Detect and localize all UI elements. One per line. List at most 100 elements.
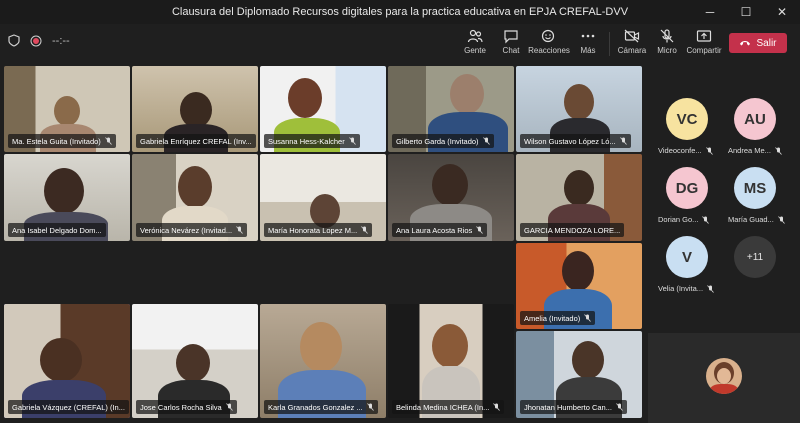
mic-muted-icon bbox=[476, 226, 484, 234]
participant-silhouette bbox=[44, 168, 84, 214]
close-icon: ✕ bbox=[776, 5, 788, 19]
participant-name-tag: Ana Laura Acosta Rios bbox=[392, 223, 488, 237]
video-tile[interactable]: GARCIA MENDOZA LORE... bbox=[516, 154, 642, 241]
share-icon bbox=[696, 30, 712, 42]
video-tile[interactable]: Ana Isabel Delgado Dom... bbox=[4, 154, 130, 241]
participant-name-tag: Verónica Nevárez (Invitad... bbox=[136, 223, 248, 237]
video-tile[interactable]: Gabriela Enríquez CREFAL (Inv... bbox=[132, 66, 258, 152]
participant-name-tag: Gilberto Garda (Invitado) bbox=[392, 134, 494, 148]
avatar-label: Andrea Me... bbox=[728, 146, 782, 155]
participant-name-tag: Ma. Estela Guita (Invitado) bbox=[8, 134, 116, 148]
participant-name-tag: GARCIA MENDOZA LORE... bbox=[520, 223, 625, 237]
video-tile[interactable]: Jhonatan Humberto Can... bbox=[516, 331, 642, 418]
participant-name: María Honorata Lopez M... bbox=[268, 225, 358, 235]
video-tile[interactable]: Belinda Medina ICHEA (In... bbox=[388, 304, 514, 418]
video-tile[interactable]: Verónica Nevárez (Invitad... bbox=[132, 154, 258, 241]
people-icon bbox=[467, 29, 483, 43]
camera-off-icon bbox=[624, 29, 640, 43]
participant-name-tag: Amelia (Invitado) bbox=[520, 311, 596, 325]
participant-silhouette bbox=[564, 170, 594, 206]
maximize-button[interactable]: ☐ bbox=[728, 0, 764, 24]
video-tile[interactable]: María Honorata Lopez M... bbox=[260, 154, 386, 241]
avatar-name: Videoconfe... bbox=[658, 146, 702, 155]
participant-silhouette bbox=[564, 84, 594, 120]
participant-name-tag: Wilson Gustavo López Ló... bbox=[520, 134, 631, 148]
mic-muted-icon bbox=[705, 146, 713, 155]
avatar[interactable]: DG bbox=[666, 167, 708, 209]
avatar-name: Velia (Invita... bbox=[658, 284, 704, 293]
video-tile[interactable]: Susanna Hess-Kalcher bbox=[260, 66, 386, 152]
avatar-label: María Guad... bbox=[728, 215, 785, 224]
participant-silhouette bbox=[288, 78, 322, 118]
participant-name: Amelia (Invitado) bbox=[524, 313, 581, 323]
avatar-initials: DG bbox=[675, 179, 699, 197]
recording-icon bbox=[30, 35, 42, 46]
mic-muted-icon bbox=[584, 314, 592, 322]
mic-muted-icon bbox=[104, 137, 112, 145]
more-participants-count: +11 bbox=[746, 251, 764, 263]
share-button[interactable]: Compartir bbox=[682, 28, 726, 62]
participant-silhouette bbox=[180, 92, 212, 128]
video-tile[interactable]: Karla Granados Gonzalez ... bbox=[260, 304, 386, 418]
participant-avatar-panel: VC Videoconfe... AU Andrea Me... DG Dori… bbox=[646, 66, 800, 423]
more-participants-button[interactable]: +11 bbox=[734, 236, 776, 278]
avatar[interactable]: MS bbox=[734, 167, 776, 209]
hangup-icon bbox=[740, 41, 751, 46]
mic-off-icon bbox=[660, 29, 674, 43]
participant-name: Ana Isabel Delgado Dom... bbox=[12, 225, 102, 235]
participant-silhouette bbox=[176, 344, 210, 382]
mic-muted-icon bbox=[702, 215, 710, 224]
people-label: Gente bbox=[464, 46, 486, 55]
video-tile[interactable]: Ana Laura Acosta Rios bbox=[388, 154, 514, 241]
share-label: Compartir bbox=[686, 46, 722, 55]
reactions-button[interactable]: Reacciones bbox=[527, 28, 571, 62]
avatar-initials: MS bbox=[743, 179, 767, 197]
avatar-initials: V bbox=[681, 248, 692, 266]
more-button[interactable]: Más bbox=[566, 28, 610, 62]
mic-muted-icon bbox=[482, 137, 490, 145]
participant-name: Jose Carlos Rocha Silva bbox=[140, 402, 222, 412]
participant-silhouette bbox=[54, 96, 80, 126]
participant-name-tag: Gabriela Enríquez CREFAL (Inv... bbox=[136, 134, 256, 148]
mic-muted-icon bbox=[348, 137, 356, 145]
avatar[interactable]: VC bbox=[666, 98, 708, 140]
shield-icon[interactable] bbox=[8, 34, 20, 47]
mic-muted-icon bbox=[493, 403, 501, 411]
participant-silhouette bbox=[40, 338, 82, 382]
video-tile[interactable]: Jose Carlos Rocha Silva bbox=[132, 304, 258, 418]
title-bar: Clausura del Diplomado Recursos digitale… bbox=[0, 0, 800, 24]
participant-silhouette bbox=[432, 324, 468, 368]
meeting-toolbar: --:-- Gente Chat Reacciones Más Cámara M… bbox=[0, 24, 800, 64]
participant-name: Karla Granados Gonzalez ... bbox=[268, 402, 363, 412]
participant-silhouette bbox=[562, 251, 594, 291]
leave-button[interactable]: Salir bbox=[729, 33, 787, 53]
participant-name: Jhonatan Humberto Can... bbox=[524, 402, 612, 412]
video-tile-active-speaker[interactable]: Gabriela Vázquez (CREFAL) (In... bbox=[4, 304, 130, 418]
participant-name: Ma. Estela Guita (Invitado) bbox=[12, 136, 101, 146]
mic-muted-icon bbox=[616, 403, 623, 411]
mic-muted-icon bbox=[778, 215, 785, 224]
video-tile[interactable]: Wilson Gustavo López Ló... bbox=[516, 66, 642, 152]
camera-label: Cámara bbox=[617, 46, 647, 55]
video-tile[interactable]: Gilberto Garda (Invitado) bbox=[388, 66, 514, 152]
participant-name-tag: Gabriela Vázquez (CREFAL) (In... bbox=[8, 400, 129, 414]
maximize-icon: ☐ bbox=[740, 5, 752, 19]
avatar[interactable]: V bbox=[666, 236, 708, 278]
reactions-icon bbox=[541, 29, 555, 43]
minimize-button[interactable]: ─ bbox=[692, 0, 728, 24]
more-label: Más bbox=[580, 46, 596, 55]
avatar-name: Dorian Go... bbox=[658, 215, 699, 224]
participant-name-tag: Jose Carlos Rocha Silva bbox=[136, 400, 237, 414]
avatar-name: María Guad... bbox=[728, 215, 774, 224]
mic-muted-icon bbox=[619, 137, 627, 145]
close-window-button[interactable]: ✕ bbox=[764, 0, 800, 24]
participant-name-tag: Karla Granados Gonzalez ... bbox=[264, 400, 378, 414]
avatar[interactable]: AU bbox=[734, 98, 776, 140]
participant-name-tag: María Honorata Lopez M... bbox=[264, 223, 373, 237]
mic-label: Micro bbox=[657, 46, 677, 55]
video-tile[interactable]: Amelia (Invitado) bbox=[516, 243, 642, 329]
self-view-tile[interactable] bbox=[648, 333, 800, 423]
video-tile[interactable]: Ma. Estela Guita (Invitado) bbox=[4, 66, 130, 152]
participant-silhouette bbox=[572, 341, 604, 379]
avatar-label: Dorian Go... bbox=[658, 215, 710, 224]
